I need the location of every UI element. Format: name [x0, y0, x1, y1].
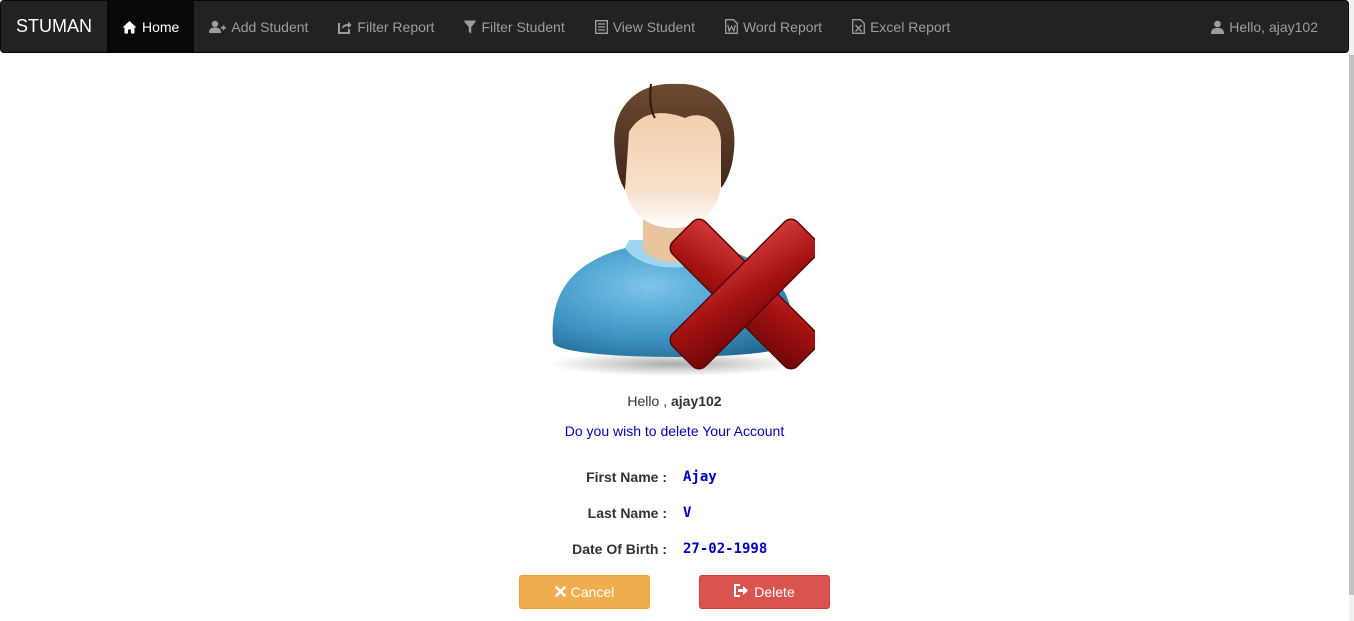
last-name-value: V	[683, 505, 692, 521]
delete-button-label: Delete	[754, 584, 795, 600]
dob-label: Date Of Birth :	[572, 541, 667, 557]
close-icon	[554, 584, 566, 600]
greeting-username: ajay102	[670, 393, 722, 409]
nav-item-excel-report-label: Excel Report	[870, 18, 951, 35]
share-icon	[338, 20, 352, 34]
add-user-icon	[209, 20, 227, 34]
user-icon	[1211, 20, 1225, 34]
brand-logo[interactable]: STUMAN	[1, 1, 107, 52]
nav-item-word-report-label: Word Report	[742, 18, 823, 35]
nav-item-excel-report[interactable]: Excel Report	[837, 1, 965, 52]
nav-item-home[interactable]: Home	[107, 1, 195, 52]
delete-user-avatar-icon	[545, 80, 821, 380]
cancel-button-label: Cancel	[570, 584, 615, 600]
nav-item-home-label: Home	[142, 18, 180, 35]
filter-icon	[464, 20, 476, 34]
nav-item-add-student[interactable]: Add Student	[194, 1, 323, 52]
list-icon	[594, 19, 608, 34]
delete-confirm-question: Do you wish to delete Your Account	[564, 423, 785, 439]
nav-user-menu[interactable]: Hello, ajay102	[1196, 1, 1348, 52]
cancel-button[interactable]: Cancel	[519, 575, 650, 609]
first-name-row: First Name : Ajay	[0, 469, 1349, 489]
delete-button[interactable]: Delete	[699, 575, 830, 609]
scrollbar-thumb[interactable]	[1349, 55, 1354, 595]
nav-item-word-report[interactable]: Word Report	[710, 1, 837, 52]
nav-item-filter-student-label: Filter Student	[481, 18, 565, 35]
dob-row: Date Of Birth : 27-02-1998	[0, 541, 1349, 561]
greeting: Hello , ajay102	[0, 393, 1349, 409]
excel-file-icon	[852, 19, 866, 34]
sign-out-icon	[734, 584, 749, 600]
last-name-label: Last Name :	[587, 505, 667, 521]
page-scrollbar[interactable]	[1349, 0, 1354, 621]
nav-item-filter-report[interactable]: Filter Report	[323, 1, 449, 52]
nav-user-label: Hello, ajay102	[1229, 18, 1318, 35]
home-icon	[122, 20, 137, 34]
nav-item-view-student[interactable]: View Student	[580, 1, 710, 52]
dob-value: 27-02-1998	[683, 541, 768, 557]
nav-right: Hello, ajay102	[1196, 1, 1348, 52]
nav-menu: Home Add Student Filter Report Filter St…	[107, 1, 965, 52]
last-name-row: Last Name : V	[0, 505, 1349, 525]
first-name-label: First Name :	[586, 469, 667, 485]
nav-item-filter-student[interactable]: Filter Student	[449, 1, 579, 52]
nav-item-view-student-label: View Student	[612, 18, 695, 35]
top-navbar: STUMAN Home Add Student Filter Report Fi…	[0, 0, 1349, 53]
first-name-value: Ajay	[683, 469, 717, 485]
nav-item-filter-report-label: Filter Report	[357, 18, 435, 35]
word-file-icon	[725, 19, 738, 34]
greeting-prefix: Hello ,	[627, 393, 668, 409]
nav-item-add-student-label: Add Student	[231, 18, 309, 35]
